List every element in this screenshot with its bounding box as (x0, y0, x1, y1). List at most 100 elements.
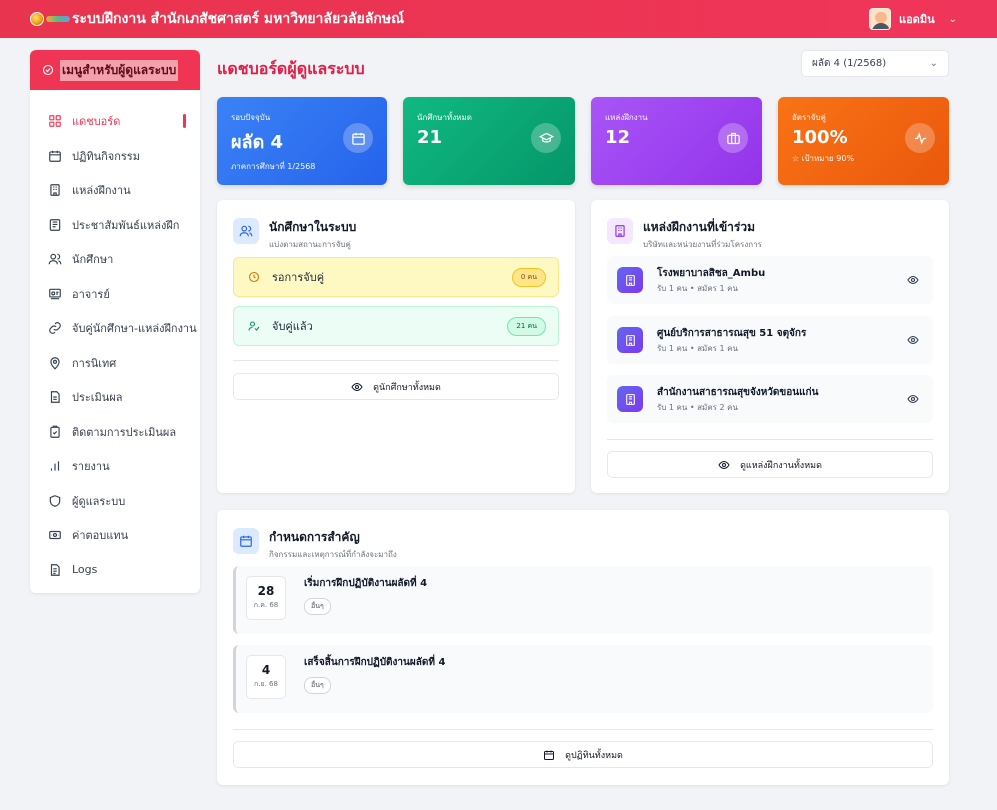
event-title: เริ่มการฝึกปฏิบัติงานผลัดที่ 4 (304, 578, 428, 589)
sidebar-header: เมนูสำหรับผู้ดูแลระบบ (30, 50, 200, 90)
teacher-icon (49, 288, 61, 299)
list-item[interactable]: ศูนย์บริการสาธารณสุข 51 จตุจักร รับ 1 คน… (607, 316, 933, 364)
place-meta: รับ 1 คน • สมัคร 1 คน (657, 344, 738, 353)
page-title: แดชบอร์ดผู้ดูแลระบบ (217, 59, 365, 78)
sidebar-item-supervision[interactable]: การนิเทศ (30, 346, 200, 381)
term-select[interactable]: ผลัด 4 (1/2568) ⌄ (801, 50, 949, 77)
card-title: กำหนดการสำคัญ (269, 530, 360, 544)
user-check-icon (248, 321, 260, 331)
card-header: นักศึกษาในระบบ แบ่งตามสถานะการจับคู่ (233, 218, 356, 251)
sidebar-item-students[interactable]: นักศึกษา (30, 242, 200, 277)
status-label: รอการจับคู่ (272, 271, 325, 284)
event-tag: อื่นๆ (304, 677, 331, 694)
sidebar-item-announcements[interactable]: ประชาสัมพันธ์แหล่งฝึก (30, 208, 200, 243)
stat-sub: ☆ เป้าหมาย 90% (792, 154, 855, 163)
sidebar-item-label: แหล่งฝึกงาน (72, 184, 131, 198)
divider (607, 439, 933, 440)
sidebar-item-evaluation[interactable]: ประเมินผล (30, 380, 200, 415)
event-date: 4 ก.ย. 68 (246, 655, 286, 699)
calendar-icon (343, 123, 373, 153)
status-badge: 21 คน (507, 316, 546, 336)
button-label: ดูปฏิทินทั้งหมด (565, 750, 623, 761)
events-card: กำหนดการสำคัญ กิจกรรมและเหตุการณ์ที่กำลั… (217, 510, 949, 785)
user-name: แอดมิน (898, 13, 935, 26)
university-logo-icon (30, 11, 70, 27)
chevron-down-icon: ⌄ (948, 13, 957, 25)
sidebar-item-label: ประเมินผล (72, 391, 123, 405)
stat-label: รอบปัจจุบัน (231, 113, 271, 122)
sidebar-header-label: เมนูสำหรับผู้ดูแลระบบ (60, 59, 179, 81)
list-item[interactable]: 4 ก.ย. 68 เสร็จสิ้นการฝึกปฏิบัติงานผลัดท… (233, 645, 933, 713)
eye-icon[interactable] (907, 393, 919, 405)
list-item[interactable]: 28 ก.ค. 68 เริ่มการฝึกปฏิบัติงานผลัดที่ … (233, 566, 933, 634)
sidebar-item-administrators[interactable]: ผู้ดูแลระบบ (30, 484, 200, 519)
place-meta: รับ 1 คน • สมัคร 1 คน (657, 284, 738, 293)
sidebar-item-label: ค่าตอบแทน (72, 529, 129, 543)
location-icon (50, 356, 60, 370)
term-select-value: ผลัด 4 (1/2568) (812, 58, 887, 69)
button-label: ดูแหล่งฝึกงานทั้งหมด (740, 460, 822, 471)
eye-icon[interactable] (907, 334, 919, 346)
stat-card-current-round: รอบปัจจุบัน ผลัด 4 ภาคการศึกษาที่ 1/2568 (217, 97, 387, 185)
list-item[interactable]: โรงพยาบาลสิชล_Ambu รับ 1 คน • สมัคร 1 คน (607, 256, 933, 304)
calendar-icon (233, 528, 259, 554)
chevron-down-icon: ⌄ (929, 58, 938, 69)
sidebar-item-training-places[interactable]: แหล่งฝึกงาน (30, 173, 200, 208)
event-date: 28 ก.ค. 68 (246, 576, 286, 620)
users-icon (233, 218, 259, 244)
status-matched[interactable]: จับคู่แล้ว 21 คน (233, 306, 559, 346)
eye-icon[interactable] (907, 274, 919, 286)
divider (233, 360, 559, 361)
top-navbar: ระบบฝึกงาน สำนักเภสัชศาสตร์ มหาวิทยาลัยว… (0, 0, 997, 38)
status-label: จับคู่แล้ว (272, 320, 313, 333)
list-item[interactable]: สำนักงานสาธารณสุขจังหวัดขอนแก่น รับ 1 คน… (607, 375, 933, 423)
sidebar-item-dashboard[interactable]: แดชบอร์ด (30, 104, 200, 139)
clipboard-check-icon (50, 425, 60, 438)
status-pending[interactable]: รอการจับคู่ 0 คน (233, 257, 559, 297)
sidebar-item-matching[interactable]: จับคู่นักศึกษา-แหล่งฝึกงาน (30, 311, 200, 346)
briefcase-icon (718, 123, 748, 153)
dashboard-icon (49, 115, 61, 128)
sidebar-item-compensation[interactable]: ค่าตอบแทน (30, 518, 200, 553)
stat-label: แหล่งฝึกงาน (605, 113, 648, 122)
app-title: ระบบฝึกงาน สำนักเภสัชศาสตร์ มหาวิทยาลัยว… (72, 11, 405, 27)
brand[interactable]: ระบบฝึกงาน สำนักเภสัชศาสตร์ มหาวิทยาลัยว… (30, 8, 404, 30)
building-icon (617, 267, 643, 293)
view-all-places-button[interactable]: ดูแหล่งฝึกงานทั้งหมด (607, 451, 933, 478)
sidebar-item-label: นักศึกษา (72, 253, 114, 267)
sidebar-item-teachers[interactable]: อาจารย์ (30, 277, 200, 312)
event-title: เสร็จสิ้นการฝึกปฏิบัติงานผลัดที่ 4 (304, 657, 446, 668)
sidebar-item-label: แดชบอร์ด (72, 115, 121, 129)
event-month: ก.ย. 68 (254, 680, 278, 688)
sidebar-item-label: รายงาน (72, 460, 110, 474)
file-icon (50, 391, 60, 404)
stat-label: อัตราจับคู่ (792, 113, 826, 122)
file-text-icon (50, 563, 60, 576)
shield-check-icon (42, 64, 54, 76)
students-card: นักศึกษาในระบบ แบ่งตามสถานะการจับคู่ รอก… (217, 200, 575, 493)
place-name: ศูนย์บริการสาธารณสุข 51 จตุจักร (657, 328, 807, 339)
stat-card-students: นักศึกษาทั้งหมด 21 (403, 97, 575, 185)
calendar-icon (49, 150, 61, 162)
sidebar-item-label: ติดตามการประเมินผล (72, 425, 177, 439)
status-badge: 0 คน (511, 267, 546, 287)
stat-card-places: แหล่งฝึกงาน 12 (591, 97, 762, 185)
sidebar-item-reports[interactable]: รายงาน (30, 449, 200, 484)
eye-icon (351, 382, 363, 391)
sidebar-item-calendar[interactable]: ปฏิทินกิจกรรม (30, 139, 200, 174)
building-icon (617, 386, 643, 412)
sidebar-item-logs[interactable]: Logs (30, 553, 200, 588)
banknote-icon (49, 531, 61, 540)
building-icon (617, 327, 643, 353)
button-label: ดูนักศึกษาทั้งหมด (373, 382, 441, 393)
view-all-students-button[interactable]: ดูนักศึกษาทั้งหมด (233, 373, 559, 400)
avatar (868, 8, 891, 30)
user-menu[interactable]: แอดมิน ⌄ (868, 8, 957, 30)
places-card: แหล่งฝึกงานที่เข้าร่วม บริษัทและหน่วยงาน… (591, 200, 949, 493)
sidebar-item-label: การนิเทศ (72, 356, 117, 370)
clock-icon (248, 271, 260, 283)
sidebar-item-label: ปฏิทินกิจกรรม (72, 149, 140, 163)
sidebar-item-evaluation-tracking[interactable]: ติดตามการประเมินผล (30, 415, 200, 450)
view-full-calendar-button[interactable]: ดูปฏิทินทั้งหมด (233, 741, 933, 768)
divider (233, 729, 933, 730)
